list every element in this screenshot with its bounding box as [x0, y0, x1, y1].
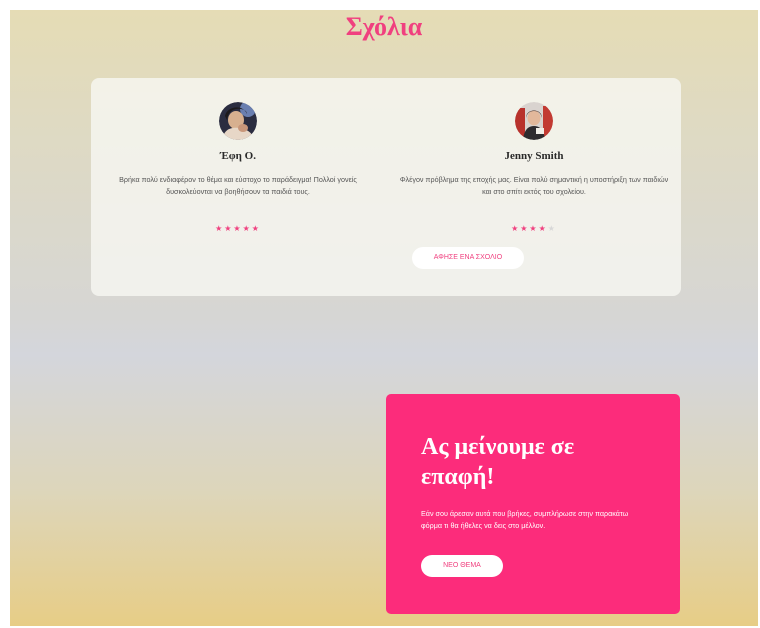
new-topic-button[interactable]: ΝΕΟ ΘΕΜΑ [421, 555, 503, 577]
star-filled-icon: ★ [538, 224, 548, 233]
reviewer-name: Jenny Smith [504, 150, 564, 162]
page-background: Σχόλια Έφη Ο. Βρήκα πολύ ενδιαφέρον το θ… [10, 10, 758, 626]
star-filled-icon: ★ [215, 224, 225, 233]
star-filled-icon: ★ [233, 224, 243, 233]
reviews-card: Έφη Ο. Βρήκα πολύ ενδιαφέρον το θέμα και… [91, 78, 681, 296]
contact-text: Εάν σου άρεσαν αυτά που βρήκες, συμπλήρω… [421, 509, 629, 530]
star-rating: ★★★★★ [93, 224, 383, 234]
reviewer-name: Έφη Ο. [220, 150, 256, 162]
star-rating: ★★★★★ [389, 224, 679, 234]
contact-card: Ας μείνουμε σε επαφή! Εάν σου άρεσαν αυτ… [386, 394, 680, 614]
reviews-title: Σχόλια [345, 12, 423, 41]
review-text: Βρήκα πολύ ενδιαφέρον το θέμα και εύστοχ… [119, 175, 357, 196]
star-filled-icon: ★ [511, 224, 521, 233]
review-item: Έφη Ο. Βρήκα πολύ ενδιαφέρον το θέμα και… [93, 102, 383, 233]
star-filled-icon: ★ [251, 224, 261, 233]
star-filled-icon: ★ [242, 224, 252, 233]
star-empty-icon: ★ [547, 224, 557, 233]
review-text: Φλέγον πρόβλημα της εποχής μας. Είναι πο… [399, 175, 669, 196]
review-item: Jenny Smith Φλέγον πρόβλημα της εποχής μ… [389, 102, 679, 233]
star-filled-icon: ★ [529, 224, 539, 233]
avatar [515, 102, 553, 140]
avatar [219, 102, 257, 140]
leave-review-button[interactable]: ΑΦΗΣΕ ΕΝΑ ΣΧΟΛΙΟ [412, 247, 524, 269]
contact-title: Ας μείνουμε σε επαφή! [421, 434, 575, 490]
